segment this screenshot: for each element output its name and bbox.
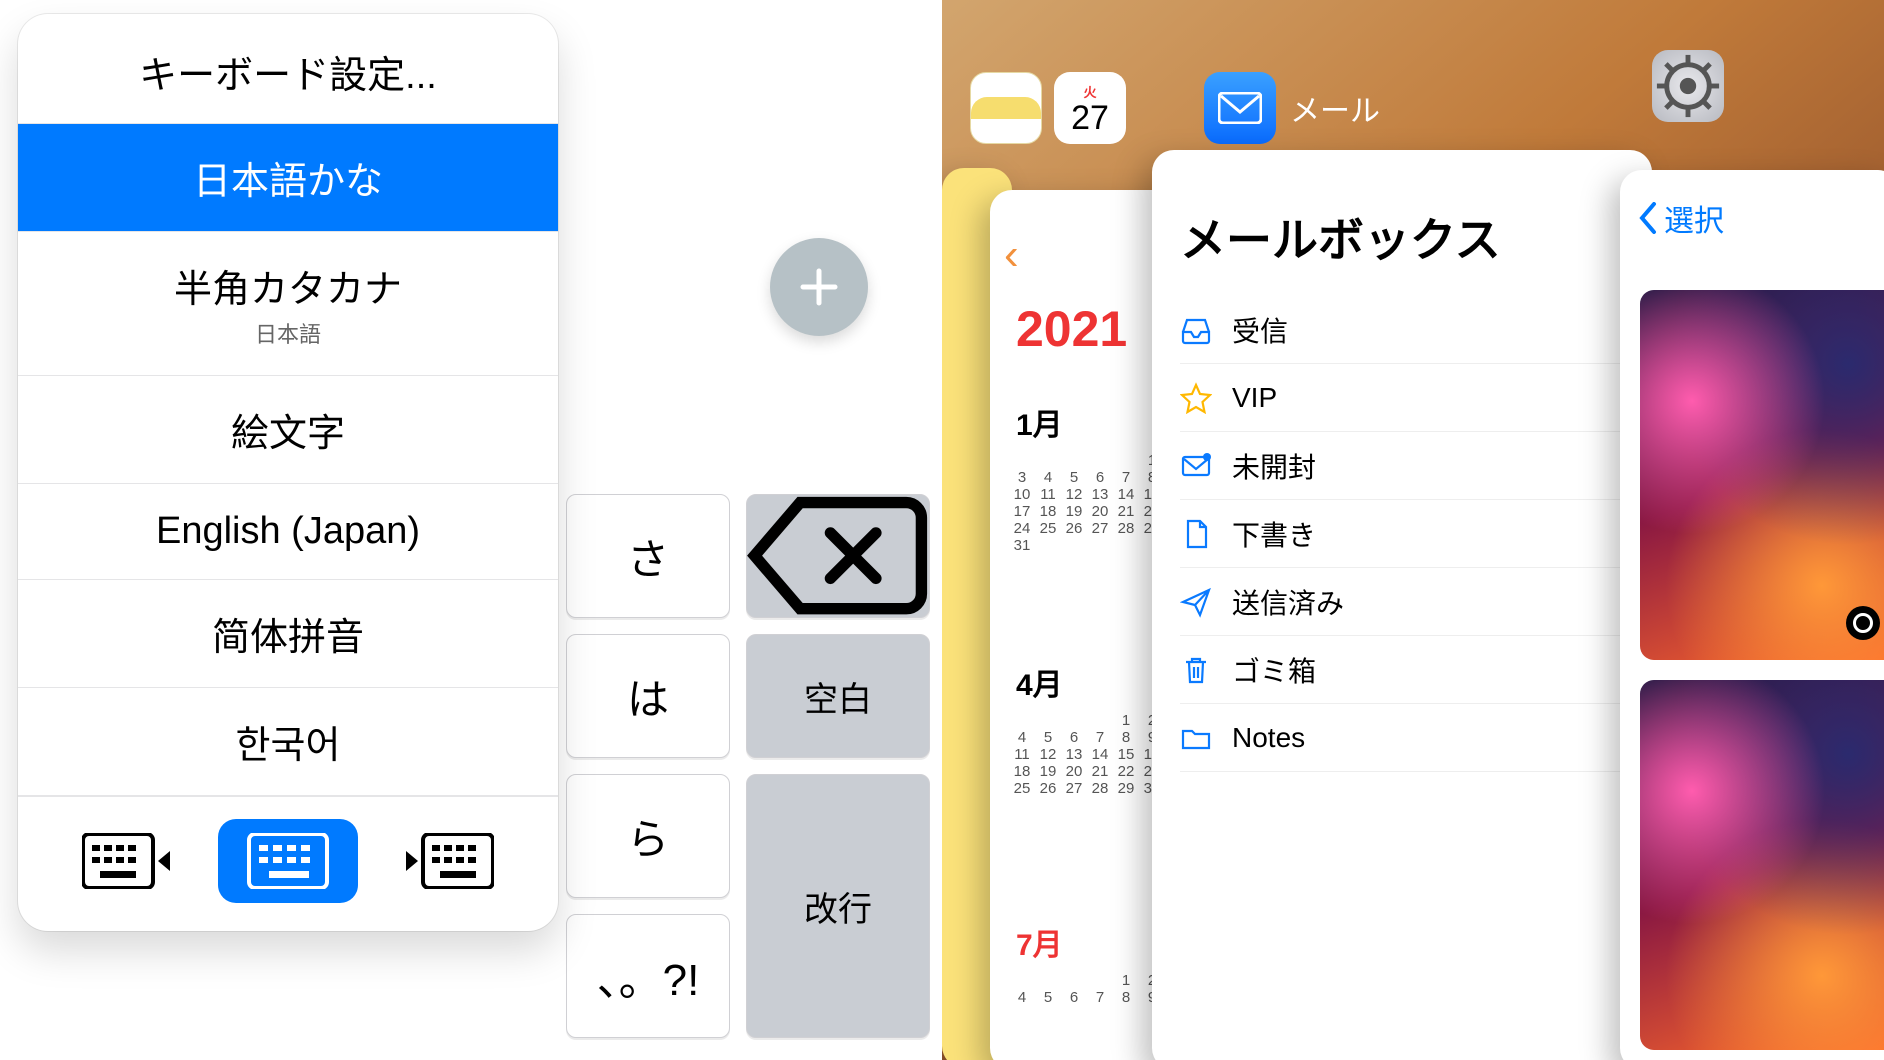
switcher-card-mail[interactable]: メールボックス 受信 VIP 未開封下書き送信済みゴミ箱 Notes [1152, 150, 1652, 1060]
mail-card-title: メールボックス [1180, 204, 1652, 270]
kbd-option-label: 日本語かな [193, 161, 383, 203]
kbd-option-halfwidth[interactable]: 半角カタカナ 日本語 [18, 232, 558, 376]
kbd-option-kana[interactable]: 日本語かな [18, 124, 558, 232]
keyboard-dock-row [18, 796, 558, 931]
mail-row-label: 未開封 [1232, 446, 1316, 486]
key-punct[interactable]: 、。?! [566, 914, 730, 1038]
key-space[interactable]: 空白 [746, 634, 930, 758]
mail-row-draft[interactable]: 下書き [1180, 500, 1644, 568]
settings-icon [1652, 50, 1724, 122]
mail-row-folder[interactable]: Notes [1180, 704, 1644, 772]
kbd-option-sublabel: 日本語 [18, 317, 558, 349]
app-switcher: 火 27 メール ‹ 2021 1月 1234567891011121314 [942, 0, 1884, 1060]
mail-row-inbox[interactable]: 受信 [1180, 296, 1644, 364]
key-ra[interactable]: ら [566, 774, 730, 898]
keyboard-settings-popover: キーボード設定... 日本語かな 半角カタカナ 日本語 絵文字 English … [18, 14, 558, 931]
popover-title[interactable]: キーボード設定... [18, 14, 558, 124]
kbd-option-label: English (Japan) [156, 510, 420, 552]
notes-icon [970, 72, 1042, 144]
dock-left-button[interactable] [57, 819, 197, 903]
switcher-app-mail[interactable]: メール [1204, 72, 1380, 144]
kbd-option-label: 半角カタカナ [174, 269, 402, 311]
switcher-app-calendar[interactable]: 火 27 [1054, 72, 1126, 144]
mail-row-label: Notes [1232, 722, 1305, 754]
key-sa[interactable]: さ [566, 494, 730, 618]
settings-back-button[interactable]: 選択 [1620, 170, 1884, 266]
delete-icon [747, 495, 929, 616]
mail-row-label: 送信済み [1232, 582, 1344, 622]
mail-rows: 受信 VIP 未開封下書き送信済みゴミ箱 Notes [1180, 296, 1652, 772]
keyboard-area: さ は 空白 ら 改行 、。?! キーボード設定... 日本語かな 半角カタカナ [0, 0, 942, 1060]
kbd-option-label: 简体拼音 [212, 617, 364, 659]
calendar-back-icon: ‹ [1004, 230, 1019, 280]
mail-icon [1204, 72, 1276, 144]
calendar-icon-dow: 火 [1083, 82, 1096, 101]
key-ha[interactable]: は [566, 634, 730, 758]
kbd-option-english[interactable]: English (Japan) [18, 484, 558, 580]
appearance-toggle-icon [1846, 606, 1880, 640]
mail-row-star[interactable]: VIP [1180, 364, 1644, 432]
mail-row-label: 受信 [1232, 310, 1288, 350]
keyboard-right-icon [404, 833, 494, 889]
mail-row-sent[interactable]: 送信済み [1180, 568, 1644, 636]
switcher-card-settings[interactable]: 選択 [1620, 170, 1884, 1060]
mail-row-label: VIP [1232, 382, 1277, 414]
mail-row-trash[interactable]: ゴミ箱 [1180, 636, 1644, 704]
wallpaper-preview[interactable] [1640, 290, 1884, 660]
settings-back-label: 選択 [1664, 196, 1724, 240]
key-delete[interactable] [746, 494, 930, 618]
dock-center-button[interactable] [218, 819, 358, 903]
kbd-option-label: 絵文字 [231, 413, 345, 455]
mail-row-label: ゴミ箱 [1232, 650, 1316, 690]
chevron-left-icon [1638, 202, 1658, 234]
mail-row-unread[interactable]: 未開封 [1180, 432, 1644, 500]
calendar-icon-day: 27 [1071, 101, 1109, 135]
switcher-app-settings[interactable] [1652, 50, 1724, 122]
calendar-year: 2021 [1016, 300, 1127, 358]
switcher-app-notes[interactable] [970, 72, 1042, 144]
switcher-app-name: メール [1290, 86, 1380, 130]
kbd-option-chinese[interactable]: 简体拼音 [18, 580, 558, 688]
calendar-icon: 火 27 [1054, 72, 1126, 144]
keyboard-center-icon [243, 833, 333, 889]
kbd-option-korean[interactable]: 한국어 [18, 688, 558, 796]
keyboard-left-icon [82, 833, 172, 889]
plus-icon [797, 265, 841, 309]
add-button[interactable] [770, 238, 868, 336]
mail-row-label: 下書き [1232, 514, 1316, 554]
wallpaper-preview[interactable] [1640, 680, 1884, 1050]
dock-right-button[interactable] [379, 819, 519, 903]
kbd-option-emoji[interactable]: 絵文字 [18, 376, 558, 484]
kbd-option-label: 한국어 [236, 725, 341, 767]
key-enter[interactable]: 改行 [746, 774, 930, 1038]
